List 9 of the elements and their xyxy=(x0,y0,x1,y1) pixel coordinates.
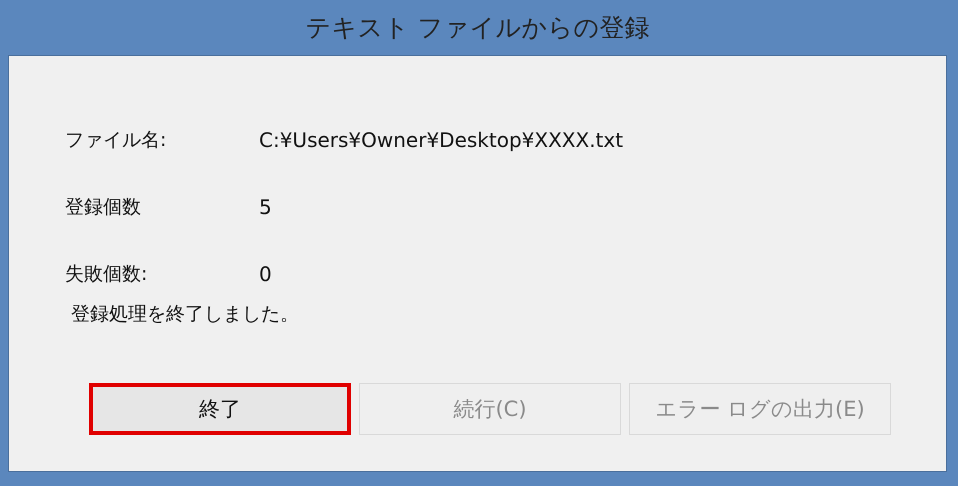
field-label: ファイル名: xyxy=(64,128,168,152)
field-label: 登録個数 xyxy=(64,194,142,220)
dialog-button[interactable]: 終了 xyxy=(89,383,351,435)
field-value: 5 xyxy=(259,194,272,218)
field-value: 0 xyxy=(259,262,272,286)
window-title: テキスト ファイルからの登録 xyxy=(304,12,650,44)
status-message: 登録処理を終了しました。 xyxy=(70,302,300,327)
field-label: 失敗個数: xyxy=(64,262,148,286)
field-value: C:¥Users¥Owner¥Desktop¥XXXX.txt xyxy=(259,128,624,152)
